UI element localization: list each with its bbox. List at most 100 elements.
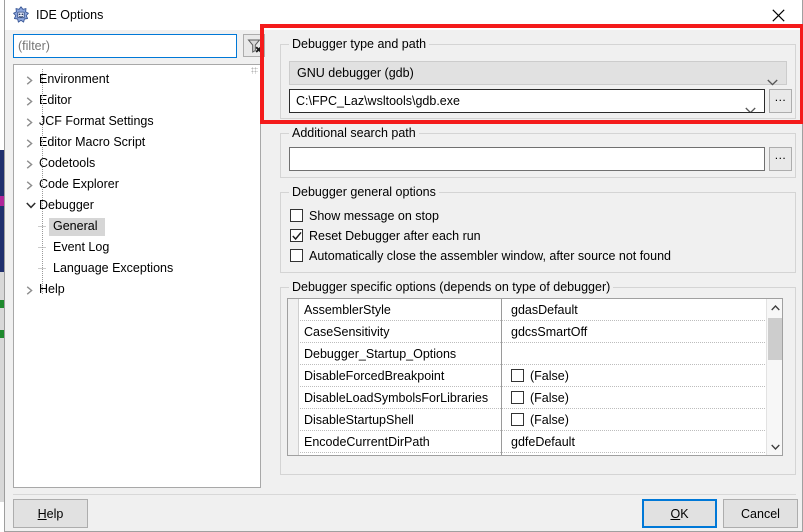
table-row[interactable]: Debugger_Startup_Options (300, 343, 765, 365)
chevron-right-icon[interactable] (22, 90, 38, 111)
chevron-down-icon[interactable] (22, 195, 38, 216)
table-row[interactable]: CaseSensitivity gdcsSmartOff (300, 321, 765, 343)
search-input[interactable] (13, 34, 237, 58)
debugger-general-page: Debugger type and path GNU debugger (gdb… (270, 30, 798, 488)
table-cell-name: DisableStartupShell (304, 413, 414, 427)
filter-clear-icon[interactable] (243, 34, 265, 57)
sidebar-item-label: Codetools (39, 156, 96, 170)
table-row[interactable]: DisableLoadSymbolsForLibraries (False) (300, 387, 765, 409)
additional-search-path-field[interactable] (289, 147, 765, 171)
debugger-path-value: C:\FPC_Laz\wsltools\gdb.exe (296, 94, 460, 108)
sidebar-item-environment[interactable]: Environment (14, 69, 249, 90)
close-icon[interactable] (756, 0, 802, 29)
sidebar-item-jcf-format-settings[interactable]: JCF Format Settings (14, 111, 249, 132)
sidebar-item-label: Editor (39, 93, 72, 107)
checkbox-label: Reset Debugger after each run (309, 229, 481, 243)
lazarus-icon (12, 6, 30, 24)
page-title: IDE Options (36, 8, 104, 22)
ok-button[interactable]: OK (642, 499, 717, 528)
table-cell-name: EncodeExeFileName (304, 453, 500, 455)
footer-divider (13, 494, 796, 495)
tree-branch-icon (38, 216, 48, 237)
sidebar-item-codetools[interactable]: Codetools (14, 153, 249, 174)
table-cell-value: (False) (530, 369, 569, 383)
table-cell-value: (False) (530, 391, 569, 405)
debugger-general-options-group: Debugger general options Show message on… (280, 185, 796, 273)
sidebar-item-debugger[interactable]: Debugger (14, 195, 249, 216)
debugger-type-value: GNU debugger (gdb) (297, 66, 414, 80)
chevron-right-icon[interactable] (22, 132, 38, 153)
table-cell-name: DisableLoadSymbolsForLibraries (304, 391, 489, 405)
additional-search-path-browse-button[interactable]: ... (769, 147, 792, 171)
sidebar-item-help[interactable]: Help (14, 279, 249, 300)
chevron-down-icon (745, 99, 756, 112)
table-row[interactable]: AssemblerStyle gdasDefault (300, 299, 765, 321)
chevron-right-icon[interactable] (22, 279, 38, 300)
additional-search-path-group: Additional search path ... (280, 126, 796, 178)
sidebar-item-editor-macro-script[interactable]: Editor Macro Script (14, 132, 249, 153)
sidebar-item-general[interactable]: General (14, 216, 249, 237)
group-title: Debugger general options (289, 185, 439, 200)
table-cell-value: (False) (530, 413, 569, 427)
sidebar-item-language-exceptions[interactable]: Language Exceptions (14, 258, 249, 279)
checkbox-box[interactable] (511, 391, 524, 404)
options-table-scrollbar[interactable] (766, 299, 782, 455)
checkbox-box[interactable] (511, 413, 524, 426)
table-cell-value: gdcsSmartOff (511, 325, 588, 339)
checkbox-box[interactable] (290, 249, 303, 262)
table-cell-name: EncodeCurrentDirPath (304, 435, 430, 449)
table-cell-name: DisableForcedBreakpoint (304, 369, 445, 383)
chevron-right-icon[interactable] (22, 174, 38, 195)
sidebar-item-editor[interactable]: Editor (14, 90, 249, 111)
sidebar-item-label: General (53, 219, 98, 233)
chevron-up-icon[interactable] (767, 299, 782, 316)
sidebar-item-label: Editor Macro Script (39, 135, 146, 149)
button-label: Help (37, 506, 64, 521)
table-row[interactable]: DisableForcedBreakpoint (False) (300, 365, 765, 387)
chevron-right-icon[interactable] (22, 153, 38, 174)
sidebar-item-event-log[interactable]: Event Log (14, 237, 249, 258)
title-bar: IDE Options (5, 0, 802, 30)
tree-scrollbar[interactable] (249, 65, 260, 487)
chevron-right-icon[interactable] (22, 111, 38, 132)
options-table[interactable]: AssemblerStyle gdasDefault CaseSensitivity… (287, 298, 783, 456)
ide-options-dialog: IDE Options Environment Editor JCF Format … (4, 0, 803, 532)
chevron-right-icon[interactable] (22, 69, 38, 90)
group-title: Debugger type and path (289, 37, 430, 52)
sidebar-item-label: Code Explorer (39, 177, 119, 191)
debugger-path-browse-button[interactable]: ... (769, 89, 792, 113)
sidebar-item-code-explorer[interactable]: Code Explorer (14, 174, 249, 195)
button-label: OK (670, 506, 689, 521)
table-cell-name: AssemblerStyle (304, 303, 391, 317)
tree-guide-line (42, 69, 43, 294)
chevron-down-icon[interactable] (767, 438, 782, 455)
debugger-path-combo[interactable]: C:\FPC_Laz\wsltools\gdb.exe (289, 89, 765, 113)
checkbox-box[interactable] (511, 369, 524, 382)
checkbox-label: Show message on stop (309, 209, 439, 223)
tree-branch-icon (38, 237, 48, 258)
checkbox-label: Automatically close the assembler window… (309, 249, 671, 263)
debugger-type-combo[interactable]: GNU debugger (gdb) (289, 61, 787, 86)
options-tree[interactable]: Environment Editor JCF Format Settings Edit… (13, 64, 261, 488)
help-button[interactable]: Help (13, 499, 88, 528)
sidebar-item-label: Environment (39, 72, 110, 86)
scrollbar-thumb[interactable] (768, 318, 782, 360)
button-label: Cancel (741, 506, 780, 521)
table-cell-name: Debugger_Startup_Options (304, 347, 457, 361)
cancel-button[interactable]: Cancel (723, 499, 798, 528)
group-title: Additional search path (289, 126, 419, 141)
table-row[interactable]: EncodeExeFileNamegdfeDefault (300, 453, 765, 455)
checkbox-box[interactable] (290, 229, 303, 242)
debugger-type-group: Debugger type and path GNU debugger (gdb… (280, 37, 796, 119)
debugger-specific-options-group: Debugger specific options (depends on ty… (280, 280, 796, 475)
table-cell-value: gdasDefault (511, 303, 578, 317)
sidebar-item-label: Event Log (53, 240, 110, 254)
filter-row (13, 34, 265, 58)
sidebar-item-label: Language Exceptions (53, 261, 174, 275)
table-cell-value: gdfeDefault (511, 435, 575, 449)
table-row[interactable]: EncodeCurrentDirPath gdfeDefault (300, 431, 765, 453)
sidebar-item-label: Debugger (39, 198, 94, 212)
checkbox-box[interactable] (290, 209, 303, 222)
table-row[interactable]: DisableStartupShell (False) (300, 409, 765, 431)
table-cell-name: CaseSensitivity (304, 325, 390, 339)
